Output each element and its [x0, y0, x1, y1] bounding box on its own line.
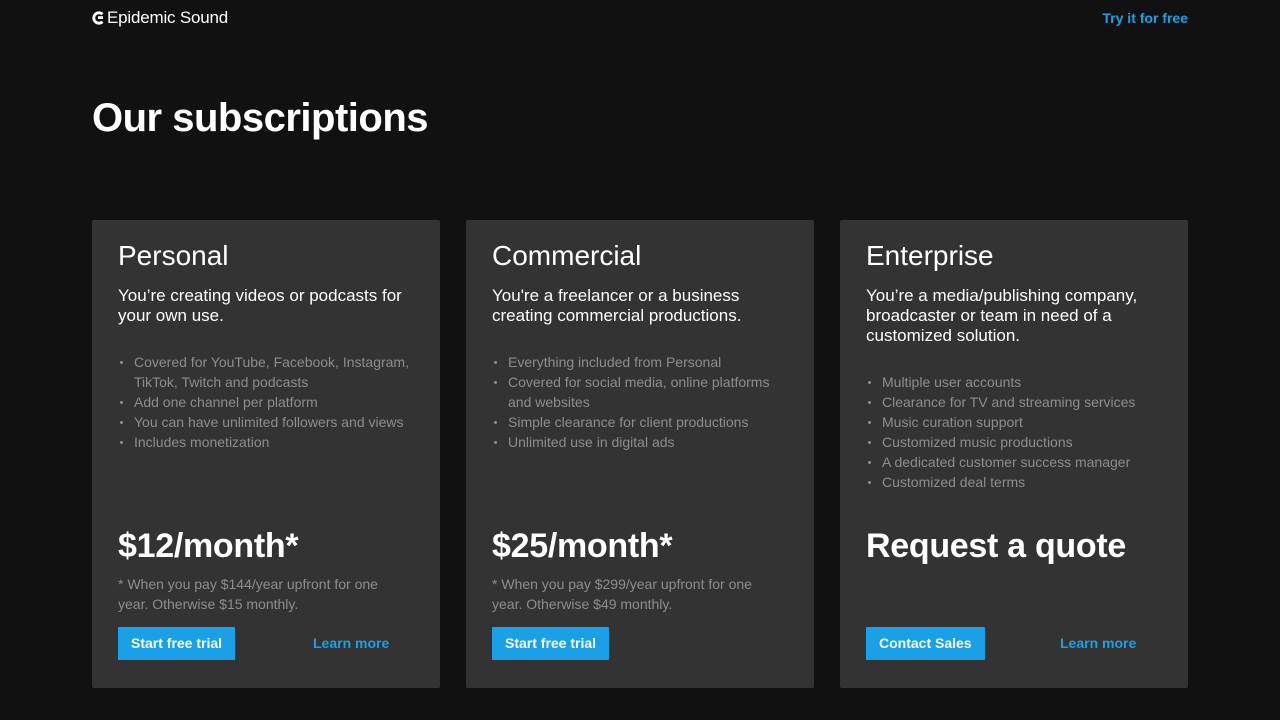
brand-name: Epidemic Sound [107, 8, 228, 27]
plan-price: $12/month* [118, 527, 299, 565]
plan-title: Enterprise [866, 240, 994, 271]
plan-description: You’re a media/publishing company, broad… [866, 286, 1138, 345]
learn-more-link[interactable]: Learn more [313, 635, 389, 651]
top-navigation: Epidemic Sound Try it for free [92, 0, 1188, 36]
plan-description: You're a freelancer or a business creati… [492, 286, 742, 325]
feature-item: Everything included from Personal [492, 352, 788, 372]
plan-card-enterprise: Enterprise You’re a media/publishing com… [840, 220, 1188, 688]
plan-features: Covered for YouTube, Facebook, Instagram… [118, 352, 414, 452]
contact-sales-button[interactable]: Contact Sales [866, 627, 985, 660]
price-note: * When you pay $144/year upfront for one… [118, 576, 378, 612]
price-block: $25/month* * When you pay $299/year upfr… [492, 526, 792, 614]
feature-item: Covered for YouTube, Facebook, Instagram… [118, 352, 414, 392]
plan-title: Commercial [492, 240, 642, 271]
feature-item: Unlimited use in digital ads [492, 432, 788, 452]
feature-item: Simple clearance for client productions [492, 412, 788, 432]
learn-more-link[interactable]: Learn more [1060, 635, 1136, 651]
feature-item: Customized music productions [866, 432, 1162, 452]
feature-item: Add one channel per platform [118, 392, 414, 412]
feature-item: Customized deal terms [866, 472, 1162, 492]
plan-description: You’re creating videos or podcasts for y… [118, 286, 402, 325]
plan-title: Personal [118, 240, 229, 271]
feature-item: A dedicated customer success manager [866, 452, 1162, 472]
brand-logo[interactable]: Epidemic Sound [92, 8, 228, 28]
plan-features: Multiple user accounts Clearance for TV … [866, 372, 1162, 492]
epidemic-logo-icon [92, 11, 104, 25]
plan-card-commercial: Commercial You're a freelancer or a busi… [466, 220, 814, 688]
feature-item: Clearance for TV and streaming services [866, 392, 1162, 412]
try-it-for-free-link[interactable]: Try it for free [1102, 10, 1188, 26]
feature-item: You can have unlimited followers and vie… [118, 412, 414, 432]
feature-item: Music curation support [866, 412, 1162, 432]
feature-item: Covered for social media, online platfor… [492, 372, 788, 412]
price-block: $12/month* * When you pay $144/year upfr… [118, 526, 418, 614]
plan-card-personal: Personal You’re creating videos or podca… [92, 220, 440, 688]
start-free-trial-button[interactable]: Start free trial [118, 627, 236, 660]
start-free-trial-button[interactable]: Start free trial [492, 627, 610, 660]
page-title: Our subscriptions [92, 96, 429, 140]
feature-item: Includes monetization [118, 432, 414, 452]
feature-item: Multiple user accounts [866, 372, 1162, 392]
plan-features: Everything included from Personal Covere… [492, 352, 788, 452]
plan-price: Request a quote [866, 527, 1126, 565]
subscription-cards: Personal You’re creating videos or podca… [92, 220, 1188, 688]
plan-price: $25/month* [492, 527, 673, 565]
price-block: Request a quote [866, 526, 1166, 566]
price-note: * When you pay $299/year upfront for one… [492, 576, 752, 612]
